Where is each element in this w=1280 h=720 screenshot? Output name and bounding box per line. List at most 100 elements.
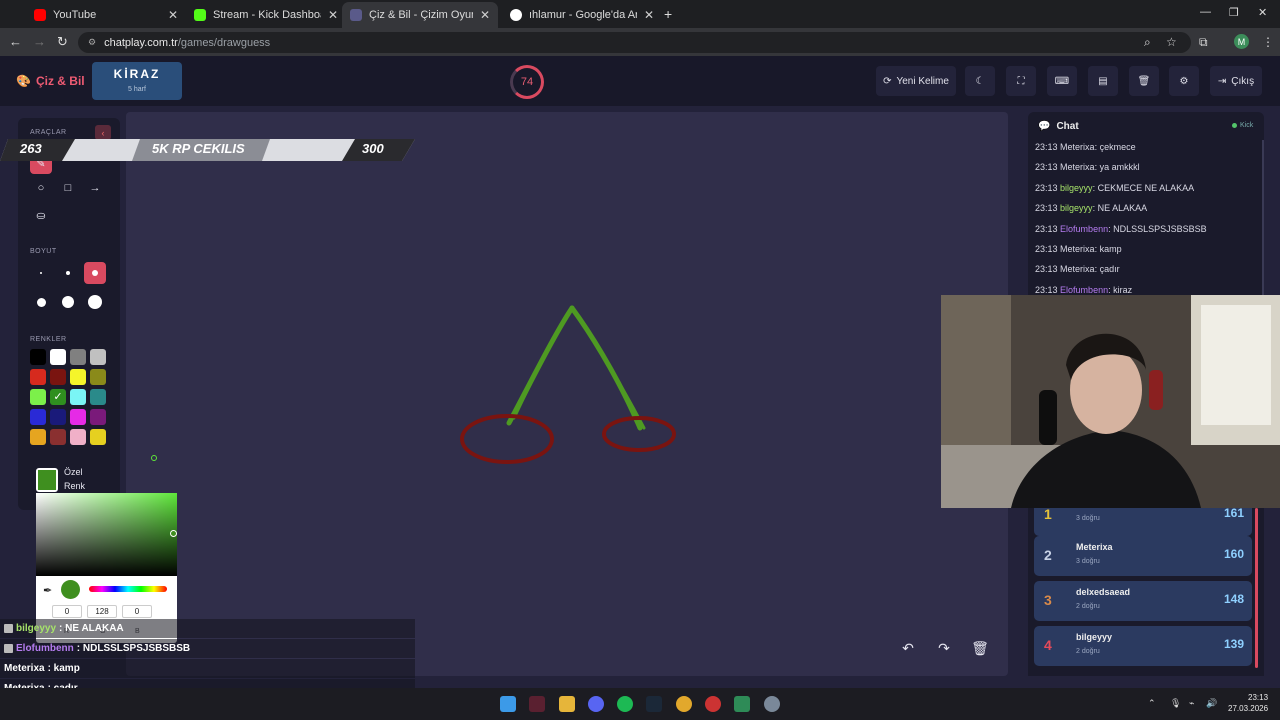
media-icon[interactable]	[705, 696, 721, 712]
restore-icon[interactable]: ❐	[1229, 6, 1239, 19]
dark-mode-button[interactable]: ☾	[965, 66, 995, 96]
profile-avatar[interactable]: M	[1234, 34, 1249, 49]
rectangle-tool-button[interactable]: □	[57, 177, 79, 199]
close-icon[interactable]: ✕	[328, 8, 338, 22]
color-swatch[interactable]	[90, 389, 106, 405]
bookmark-star-icon[interactable]: ☆	[1166, 35, 1177, 49]
tab-kick-dashboard[interactable]: Stream - Kick Dashboard ✕	[186, 4, 346, 26]
fill-tool-button[interactable]: ⛀	[30, 204, 52, 226]
extensions-icon[interactable]: ⧉	[1199, 35, 1208, 50]
menu-icon[interactable]: ⋮	[1262, 35, 1274, 49]
secret-word: KİRAZ	[113, 67, 161, 81]
minimize-icon[interactable]: —	[1200, 6, 1211, 18]
collapse-panel-button[interactable]: ‹	[95, 125, 111, 140]
undo-button[interactable]: ↶	[895, 636, 921, 660]
tab-youtube[interactable]: YouTube ✕	[26, 4, 186, 26]
color-swatch[interactable]	[30, 369, 46, 385]
arrow-tool-button[interactable]: →	[84, 177, 106, 199]
keyboard-button[interactable]: ⌨	[1047, 66, 1077, 96]
clear-button[interactable]: 🗑	[1129, 66, 1159, 96]
color-swatch[interactable]	[70, 389, 86, 405]
color-swatch[interactable]	[70, 349, 86, 365]
chat-username[interactable]: Meterixa	[1060, 162, 1095, 172]
color-swatch[interactable]	[50, 369, 66, 385]
color-swatch[interactable]	[90, 429, 106, 445]
tab-ciz-bil[interactable]: Çiz & Bil - Çizim Oyunu ✕	[342, 2, 498, 28]
color-swatch[interactable]	[70, 429, 86, 445]
circle-tool-button[interactable]: ○	[30, 177, 52, 199]
color-swatch[interactable]	[90, 409, 106, 425]
green-value-input[interactable]: 128	[87, 605, 117, 618]
size-1-button[interactable]	[30, 262, 52, 284]
tray-chevron-icon[interactable]: ⌃	[1148, 698, 1156, 709]
exit-button[interactable]: ⇥ Çıkış	[1210, 66, 1262, 96]
red-value-input[interactable]: 0	[52, 605, 82, 618]
saturation-handle[interactable]	[170, 530, 177, 537]
color-swatch[interactable]	[50, 409, 66, 425]
size-5-button[interactable]	[57, 291, 79, 313]
saturation-area[interactable]	[36, 493, 177, 576]
eyedropper-icon[interactable]: ✒	[43, 584, 52, 597]
color-swatch-selected[interactable]: ✓	[50, 389, 66, 405]
start-icon[interactable]	[500, 696, 516, 712]
hue-slider[interactable]	[89, 586, 167, 592]
new-word-button[interactable]: ⟳ Yeni Kelime	[876, 66, 956, 96]
color-swatch[interactable]	[50, 349, 66, 365]
back-icon[interactable]: ←	[9, 34, 22, 49]
close-icon[interactable]: ✕	[644, 8, 654, 22]
window-close-icon[interactable]: ✕	[1258, 6, 1267, 19]
volume-icon[interactable]: 🔊	[1206, 698, 1217, 709]
network-icon[interactable]: ⌁	[1189, 698, 1194, 709]
forward-icon[interactable]: →	[33, 34, 46, 49]
app-logo[interactable]: 🎨 Çiz & Bil	[16, 74, 85, 88]
app-icon[interactable]	[529, 696, 545, 712]
microphone-icon[interactable]: 🎙	[1170, 698, 1181, 709]
close-icon[interactable]: ✕	[480, 8, 490, 22]
color-swatch[interactable]	[30, 389, 46, 405]
chrome-icon[interactable]	[676, 696, 692, 712]
size-4-button[interactable]	[30, 291, 52, 313]
spotify-icon[interactable]	[617, 696, 633, 712]
close-icon[interactable]: ✕	[168, 8, 178, 22]
chat-scrollbar[interactable]	[1262, 140, 1264, 300]
chat-username[interactable]: Elofumbenn	[1060, 224, 1108, 234]
discord-icon[interactable]	[588, 696, 604, 712]
drawing-canvas[interactable]	[126, 112, 1008, 676]
site-info-icon[interactable]: ⚙	[88, 37, 96, 48]
color-swatch[interactable]	[70, 369, 86, 385]
blue-value-input[interactable]: 0	[122, 605, 152, 618]
fullscreen-button[interactable]: ⛶	[1006, 66, 1036, 96]
size-2-button[interactable]	[57, 262, 79, 284]
chat-username[interactable]: bilgeyyy	[1060, 183, 1093, 193]
color-swatch[interactable]	[70, 409, 86, 425]
clear-canvas-button[interactable]: 🗑	[967, 636, 993, 660]
zoom-icon[interactable]: ⌕	[1144, 35, 1151, 50]
chat-username[interactable]: Meterixa	[1060, 244, 1095, 254]
chat-username[interactable]: Elofumbenn	[1060, 285, 1108, 295]
new-tab-button[interactable]: +	[664, 6, 672, 22]
redo-button[interactable]: ↷	[931, 636, 957, 660]
file-icon[interactable]	[734, 696, 750, 712]
color-swatch[interactable]	[30, 349, 46, 365]
color-swatch[interactable]	[30, 409, 46, 425]
chat-username[interactable]: Meterixa	[1060, 264, 1095, 274]
color-swatch[interactable]	[90, 349, 106, 365]
archive-button[interactable]: ▤	[1088, 66, 1118, 96]
color-swatch[interactable]	[30, 429, 46, 445]
tab-google-search[interactable]: ıhlamur - Google'da Ara ✕	[502, 4, 662, 26]
steam-icon[interactable]	[646, 696, 662, 712]
address-bar[interactable]: ⚙ chatplay.com.tr/games/drawguess	[78, 32, 1191, 53]
folder-icon[interactable]	[559, 696, 575, 712]
reload-icon[interactable]: ↻	[57, 34, 68, 50]
custom-color-preview[interactable]	[36, 468, 58, 492]
scoreboard-scrollbar[interactable]	[1255, 508, 1258, 668]
color-swatch[interactable]	[50, 429, 66, 445]
chat-username[interactable]: Meterixa	[1060, 142, 1095, 152]
chat-username[interactable]: bilgeyyy	[1060, 203, 1093, 213]
settings-button[interactable]: ⚙	[1169, 66, 1199, 96]
settings-gear-icon[interactable]	[764, 696, 780, 712]
color-swatch[interactable]	[90, 369, 106, 385]
system-clock[interactable]: 23:13 27.03.2026	[1228, 692, 1268, 714]
size-3-button[interactable]	[84, 262, 106, 284]
size-6-button[interactable]	[84, 291, 106, 313]
